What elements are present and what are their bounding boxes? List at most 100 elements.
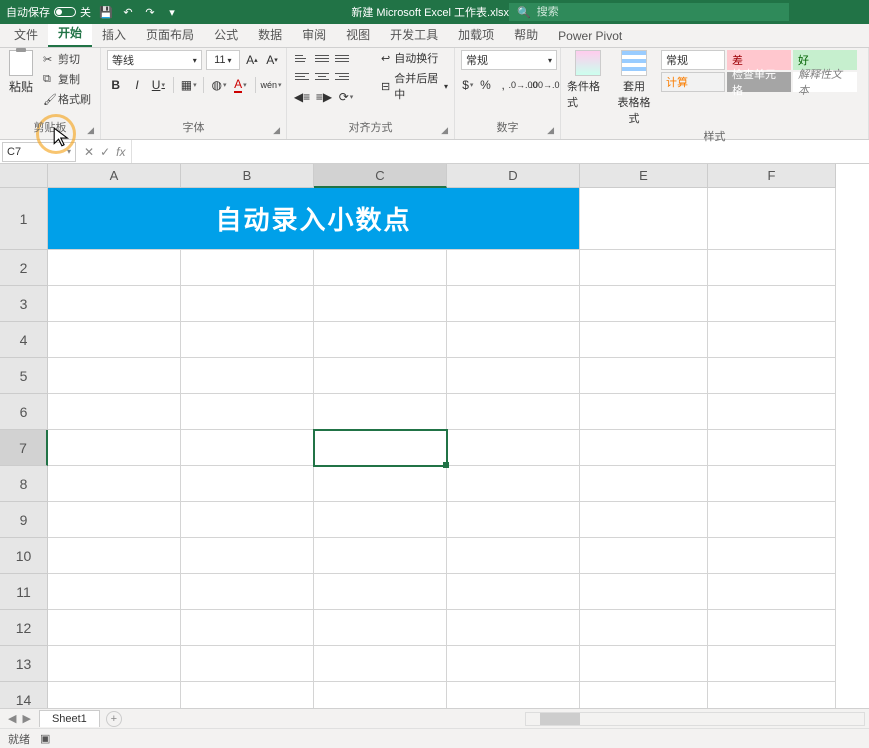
cell-styles-gallery[interactable]: 常规 差 好 计算 检查单元格 解释性文本 <box>661 50 857 126</box>
cell[interactable] <box>181 646 314 682</box>
cell[interactable] <box>580 430 708 466</box>
conditional-format-button[interactable]: 条件格式 <box>567 50 609 110</box>
cut-button[interactable]: ✂剪切 <box>40 50 94 68</box>
tab-Power Pivot[interactable]: Power Pivot <box>548 25 632 47</box>
cell[interactable] <box>447 322 580 358</box>
column-header[interactable]: D <box>447 164 580 188</box>
column-header[interactable]: C <box>314 164 447 188</box>
paste-button[interactable]: 粘贴 <box>6 50 36 108</box>
cell[interactable] <box>181 322 314 358</box>
cell[interactable] <box>314 250 447 286</box>
cell[interactable] <box>708 188 836 250</box>
cell[interactable] <box>708 286 836 322</box>
row-header[interactable]: 12 <box>0 610 48 646</box>
align-bottom-button[interactable] <box>333 50 351 66</box>
cell[interactable] <box>580 250 708 286</box>
decrease-decimal-button[interactable]: .00→.0 <box>536 76 554 94</box>
cell[interactable] <box>708 682 836 708</box>
cell[interactable] <box>314 322 447 358</box>
fx-icon[interactable]: fx <box>116 145 125 159</box>
cell[interactable] <box>314 358 447 394</box>
cell[interactable] <box>580 538 708 574</box>
cell[interactable] <box>181 682 314 708</box>
cell[interactable] <box>314 610 447 646</box>
name-box[interactable]: C7▾ <box>2 142 76 162</box>
row-header[interactable]: 7 <box>0 430 48 466</box>
cell[interactable] <box>447 538 580 574</box>
font-color-button[interactable]: A <box>232 76 249 94</box>
save-icon[interactable]: 💾 <box>99 5 113 19</box>
increase-indent-button[interactable]: ≡▶ <box>315 88 333 106</box>
cell[interactable] <box>708 610 836 646</box>
cell[interactable] <box>48 502 181 538</box>
cell[interactable] <box>580 322 708 358</box>
row-header[interactable]: 5 <box>0 358 48 394</box>
search-input[interactable] <box>537 6 781 18</box>
row-header[interactable]: 6 <box>0 394 48 430</box>
wrap-text-button[interactable]: ↩自动换行 <box>381 50 448 66</box>
cell[interactable] <box>708 394 836 430</box>
cell[interactable] <box>447 466 580 502</box>
italic-button[interactable]: I <box>128 76 145 94</box>
style-calc[interactable]: 计算 <box>661 72 725 92</box>
format-painter-button[interactable]: 🖌格式刷 <box>40 90 94 108</box>
tab-视图[interactable]: 视图 <box>336 22 380 47</box>
search-box[interactable]: 🔍 <box>509 3 789 21</box>
cell[interactable] <box>447 358 580 394</box>
dialog-launcher-icon[interactable]: ◢ <box>441 125 448 136</box>
cell[interactable] <box>181 466 314 502</box>
tab-开始[interactable]: 开始 <box>48 20 92 47</box>
cell[interactable] <box>580 682 708 708</box>
align-middle-button[interactable] <box>313 50 331 66</box>
cell[interactable] <box>580 188 708 250</box>
row-header[interactable]: 14 <box>0 682 48 708</box>
horizontal-scrollbar[interactable] <box>525 712 865 726</box>
cell[interactable] <box>580 574 708 610</box>
cell[interactable] <box>181 358 314 394</box>
cell[interactable] <box>447 574 580 610</box>
format-as-table-button[interactable]: 套用 表格格式 <box>613 50 655 126</box>
cell[interactable] <box>48 682 181 708</box>
cell[interactable] <box>314 466 447 502</box>
cell[interactable] <box>181 286 314 322</box>
undo-icon[interactable]: ↶ <box>121 5 135 19</box>
cell[interactable] <box>314 394 447 430</box>
row-header[interactable]: 13 <box>0 646 48 682</box>
phonetic-button[interactable]: wén <box>262 76 280 94</box>
cell[interactable] <box>580 466 708 502</box>
enter-icon[interactable]: ✓ <box>100 145 110 159</box>
cell[interactable] <box>580 358 708 394</box>
cell[interactable] <box>314 538 447 574</box>
cell[interactable] <box>181 610 314 646</box>
orientation-button[interactable]: ⟳ <box>337 88 355 106</box>
border-button[interactable]: ▦ <box>180 76 197 94</box>
cell[interactable] <box>48 394 181 430</box>
style-normal[interactable]: 常规 <box>661 50 725 70</box>
cell[interactable] <box>447 646 580 682</box>
increase-decimal-button[interactable]: .0→.00 <box>514 76 532 94</box>
cell[interactable] <box>580 502 708 538</box>
tab-文件[interactable]: 文件 <box>4 22 48 47</box>
column-header[interactable]: B <box>181 164 314 188</box>
cell[interactable] <box>48 322 181 358</box>
dialog-launcher-icon[interactable]: ◢ <box>87 125 94 136</box>
cell[interactable] <box>580 286 708 322</box>
row-header[interactable]: 2 <box>0 250 48 286</box>
merge-center-button[interactable]: ⊟合并后居中▾ <box>381 70 448 102</box>
cell[interactable] <box>48 250 181 286</box>
select-all-corner[interactable] <box>0 164 48 188</box>
align-right-button[interactable] <box>333 68 351 84</box>
cell[interactable] <box>48 286 181 322</box>
tab-数据[interactable]: 数据 <box>248 22 292 47</box>
row-header[interactable]: 8 <box>0 466 48 502</box>
qat-dropdown-icon[interactable]: ▾ <box>165 5 179 19</box>
dialog-launcher-icon[interactable]: ◢ <box>273 125 280 136</box>
row-header[interactable]: 4 <box>0 322 48 358</box>
row-header[interactable]: 3 <box>0 286 48 322</box>
cell[interactable] <box>447 286 580 322</box>
cell[interactable] <box>314 646 447 682</box>
cell[interactable] <box>708 646 836 682</box>
row-header[interactable]: 1 <box>0 188 48 250</box>
cell[interactable] <box>181 430 314 466</box>
column-header[interactable]: A <box>48 164 181 188</box>
